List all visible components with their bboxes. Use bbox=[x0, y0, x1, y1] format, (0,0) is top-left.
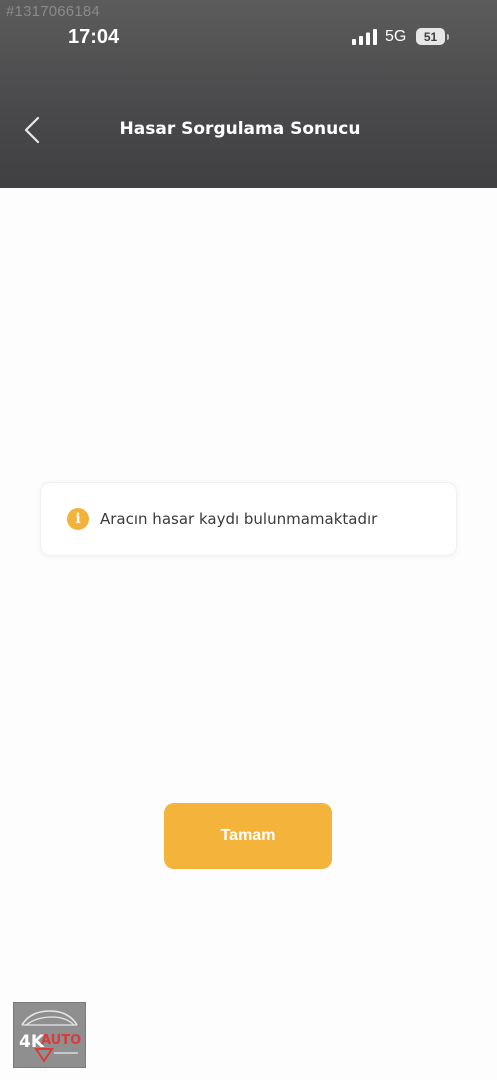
brand-logo: 4K AUTO bbox=[13, 1002, 86, 1068]
ok-button[interactable]: Tamam bbox=[164, 803, 332, 869]
info-icon: i bbox=[67, 508, 89, 530]
header-bar: #1317066184 17:04 5G 51 Hasar Sorgulama … bbox=[0, 0, 497, 188]
network-type-label: 5G bbox=[385, 28, 407, 45]
status-time: 17:04 bbox=[68, 26, 120, 48]
page-title: Hasar Sorgulama Sonucu bbox=[119, 119, 361, 139]
signal-strength-icon bbox=[352, 29, 377, 45]
watermark-id-text: #1317066184 bbox=[6, 3, 100, 20]
notice-message: Aracın hasar kaydı bulunmamaktadır bbox=[100, 510, 378, 528]
svg-text:AUTO: AUTO bbox=[41, 1033, 81, 1048]
car-logo-icon: 4K AUTO bbox=[19, 1010, 81, 1063]
battery-icon: 51 bbox=[416, 28, 450, 46]
battery-level: 51 bbox=[423, 29, 438, 44]
notice-card: i Aracın hasar kaydı bulunmamaktadır bbox=[40, 482, 457, 556]
